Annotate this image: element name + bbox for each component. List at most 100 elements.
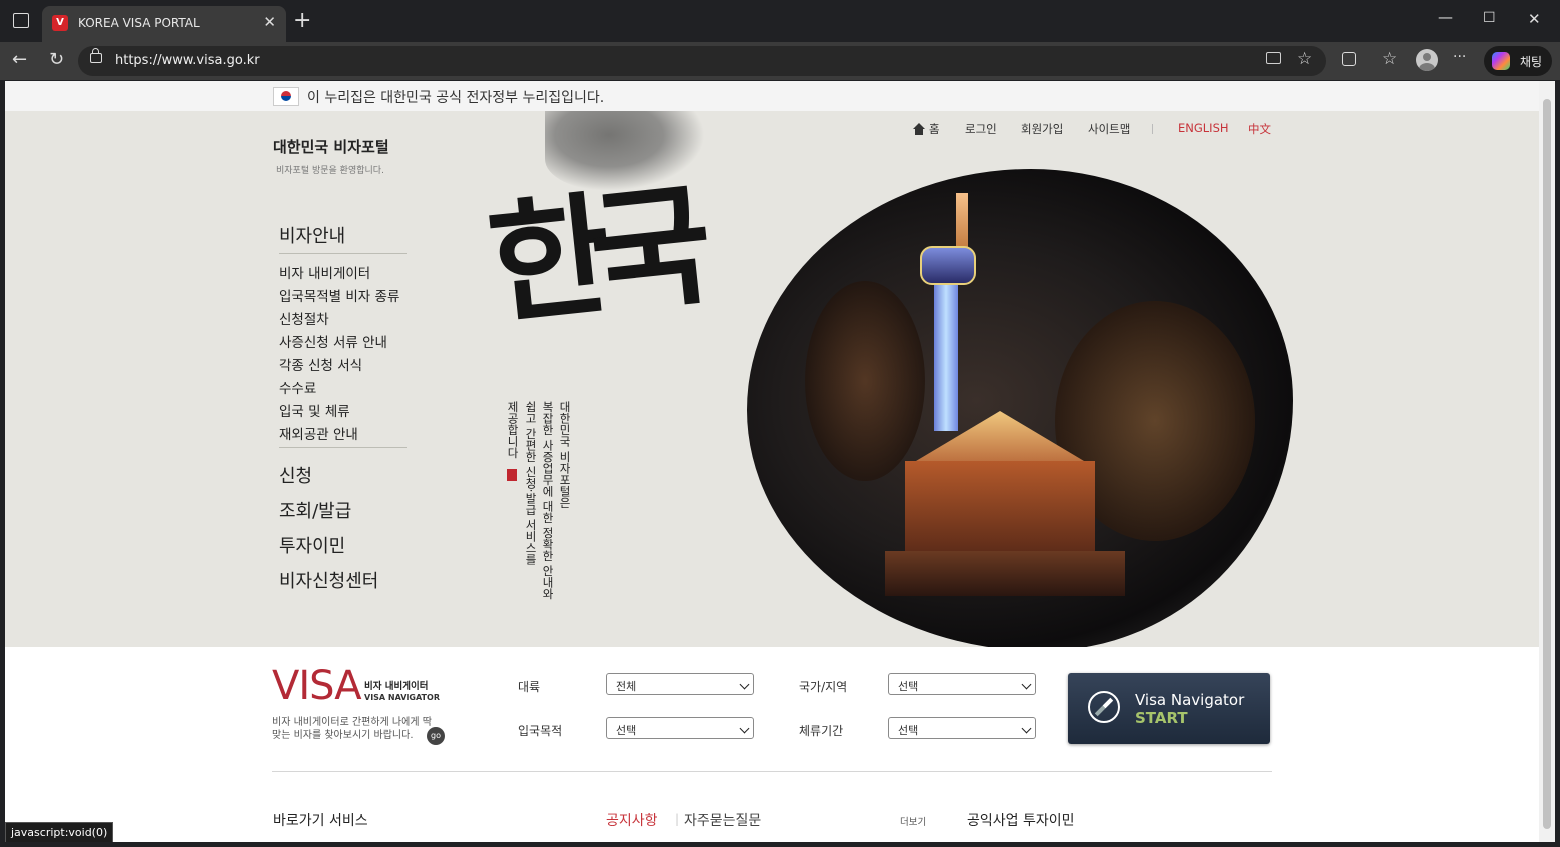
visa-navigator-start-button[interactable]: Visa Navigator START bbox=[1068, 673, 1270, 744]
tab-faq[interactable]: 자주묻는질문 bbox=[684, 810, 761, 830]
nav-sub-fees[interactable]: 수수료 bbox=[279, 377, 316, 397]
top-menu-signup[interactable]: 회원가입 bbox=[1021, 121, 1063, 137]
address-url: https://www.visa.go.kr bbox=[115, 53, 260, 68]
favorites-list-icon[interactable]: ☆ bbox=[1382, 49, 1397, 69]
nav-apply[interactable]: 신청 bbox=[279, 462, 312, 488]
nav-inquiry[interactable]: 조회/발급 bbox=[279, 497, 351, 523]
lock-icon bbox=[90, 48, 102, 63]
country-select-value: 선택 bbox=[898, 680, 919, 693]
go-button[interactable]: go bbox=[427, 727, 445, 745]
browser-tab-bar: V KOREA VISA PORTAL ✕ + — ☐ ✕ bbox=[0, 0, 1560, 42]
profile-avatar[interactable] bbox=[1416, 49, 1438, 71]
tower-observatory-art bbox=[920, 246, 976, 285]
maximize-icon[interactable]: ☐ bbox=[1483, 10, 1496, 26]
page-scrollbar[interactable] bbox=[1539, 81, 1555, 842]
compass-icon bbox=[1088, 691, 1120, 723]
browser-toolbar: ← ↻ https://www.visa.go.kr ☆ ☆ ··· 채팅 bbox=[0, 42, 1560, 80]
korean-flag-icon bbox=[273, 87, 299, 106]
top-menu-chinese[interactable]: 中文 bbox=[1248, 121, 1271, 137]
navigator-title-ko: 비자 내비게이터 bbox=[364, 681, 429, 692]
tab-title: KOREA VISA PORTAL bbox=[78, 16, 200, 30]
nav-sub-forms[interactable]: 각종 신청 서식 bbox=[279, 354, 362, 374]
close-window-icon[interactable]: ✕ bbox=[1528, 10, 1541, 28]
chat-label: 채팅 bbox=[1520, 55, 1543, 69]
tree-left-art bbox=[805, 281, 925, 481]
screen-share-icon[interactable] bbox=[1266, 52, 1281, 64]
page-viewport: 이 누리집은 대한민국 공식 전자정부 누리집입니다. 한국 대한민국 비자포털… bbox=[5, 81, 1539, 842]
nav-application-center[interactable]: 비자신청센터 bbox=[279, 567, 378, 593]
country-select[interactable]: 선택 bbox=[888, 673, 1036, 695]
nav-visa-guide[interactable]: 비자안내 bbox=[279, 222, 345, 248]
site-subtitle: 비자포털 방문을 환영합니다. bbox=[276, 166, 384, 176]
copilot-icon bbox=[1492, 52, 1510, 70]
extensions-icon[interactable] bbox=[1342, 52, 1356, 66]
chevron-down-icon bbox=[739, 723, 750, 734]
top-menu-english[interactable]: ENGLISH bbox=[1178, 121, 1229, 135]
top-menu-sitemap[interactable]: 사이트맵 bbox=[1088, 121, 1130, 137]
nav-sub-documents[interactable]: 사증신청 서류 안내 bbox=[279, 331, 387, 351]
purpose-select[interactable]: 선택 bbox=[606, 717, 754, 739]
site-title[interactable]: 대한민국 비자포털 bbox=[273, 136, 389, 157]
scrollbar-thumb[interactable] bbox=[1543, 99, 1551, 829]
nav-investment[interactable]: 투자이민 bbox=[279, 532, 345, 558]
start-button-line2: START bbox=[1135, 709, 1188, 727]
hero-vertical-line-2: 복잡한 사증업무에 대한 정확한 안내와 bbox=[541, 401, 556, 600]
navigator-title-en: VISA NAVIGATOR bbox=[364, 693, 440, 702]
reload-icon[interactable]: ↻ bbox=[49, 49, 64, 70]
more-link[interactable]: 더보기 bbox=[900, 814, 926, 828]
status-bar-tooltip: javascript:void(0) bbox=[5, 822, 114, 842]
home-icon[interactable] bbox=[913, 123, 925, 135]
active-tab[interactable]: V KOREA VISA PORTAL ✕ bbox=[42, 6, 286, 42]
minimize-icon[interactable]: — bbox=[1438, 8, 1453, 26]
hero-vertical-line-4: 제공합니다 bbox=[506, 401, 521, 459]
nav-sub-navigator[interactable]: 비자 내비게이터 bbox=[279, 262, 370, 282]
nav-divider-bottom bbox=[279, 447, 407, 448]
nav-sub-stay[interactable]: 입국 및 체류 bbox=[279, 400, 350, 420]
sidebar-toggle-icon[interactable] bbox=[13, 13, 29, 28]
nav-divider-top bbox=[279, 253, 407, 254]
red-seal-stamp bbox=[507, 469, 517, 481]
top-menu-home[interactable]: 홈 bbox=[929, 121, 940, 137]
new-tab-icon[interactable]: + bbox=[293, 8, 311, 33]
tab-separator: | bbox=[675, 812, 680, 826]
nav-sub-procedure[interactable]: 신청절차 bbox=[279, 308, 329, 328]
chevron-down-icon bbox=[1021, 723, 1032, 734]
tab-close-icon[interactable]: ✕ bbox=[263, 13, 276, 31]
stay-period-select[interactable]: 선택 bbox=[888, 717, 1036, 739]
purpose-label: 입국목적 bbox=[518, 724, 563, 738]
hero-vertical-line-3: 쉽고 간편한 신청·발급 서비스를 bbox=[524, 401, 539, 566]
continent-select-value: 전체 bbox=[616, 680, 637, 693]
stay-period-label: 체류기간 bbox=[799, 724, 844, 738]
copilot-chat-button[interactable]: 채팅 bbox=[1484, 46, 1552, 76]
tab-notices[interactable]: 공지사항 bbox=[606, 810, 658, 830]
more-icon[interactable]: ··· bbox=[1453, 49, 1466, 65]
gov-notice-bar: 이 누리집은 대한민국 공식 전자정부 누리집입니다. bbox=[5, 81, 1539, 112]
address-bar[interactable]: https://www.visa.go.kr ☆ bbox=[78, 46, 1326, 76]
stay-period-select-value: 선택 bbox=[898, 724, 919, 737]
continent-label: 대륙 bbox=[518, 680, 541, 694]
hero-vertical-line-1: 대한민국 비자포털은 bbox=[558, 401, 573, 509]
back-icon[interactable]: ← bbox=[12, 49, 27, 70]
chevron-down-icon bbox=[739, 679, 750, 690]
top-menu-login[interactable]: 로그인 bbox=[965, 121, 997, 137]
navigator-description: 비자 내비게이터로 간편하게 나에게 딱 맞는 비자를 찾아보시기 바랍니다. bbox=[272, 717, 432, 741]
pavilion-base-art bbox=[885, 551, 1125, 596]
hero-section: 한국 대한민국 비자포털은 복잡한 사증업무에 대한 정확한 안내와 쉽고 간편… bbox=[5, 111, 1539, 647]
nav-sub-visa-types[interactable]: 입국목적별 비자 종류 bbox=[279, 285, 399, 305]
purpose-select-value: 선택 bbox=[616, 724, 637, 737]
hanguk-calligraphy: 한국 bbox=[481, 168, 700, 344]
gov-notice-text: 이 누리집은 대한민국 공식 전자정부 누리집입니다. bbox=[307, 90, 605, 106]
chevron-down-icon bbox=[1021, 679, 1032, 690]
shortcut-services-heading: 바로가기 서비스 bbox=[273, 813, 368, 829]
country-label: 국가/지역 bbox=[799, 680, 848, 694]
investment-heading: 공익사업 투자이민 bbox=[967, 813, 1075, 829]
visa-favicon: V bbox=[52, 15, 68, 31]
visa-brand: VISA bbox=[272, 663, 362, 709]
tower-antenna-art bbox=[956, 193, 968, 249]
top-menu-divider bbox=[1152, 124, 1153, 134]
continent-select[interactable]: 전체 bbox=[606, 673, 754, 695]
pavilion-body-art bbox=[905, 461, 1095, 556]
favorite-star-icon[interactable]: ☆ bbox=[1297, 49, 1312, 69]
nav-sub-embassy[interactable]: 재외공관 안내 bbox=[279, 423, 358, 443]
start-button-line1: Visa Navigator bbox=[1135, 691, 1245, 709]
